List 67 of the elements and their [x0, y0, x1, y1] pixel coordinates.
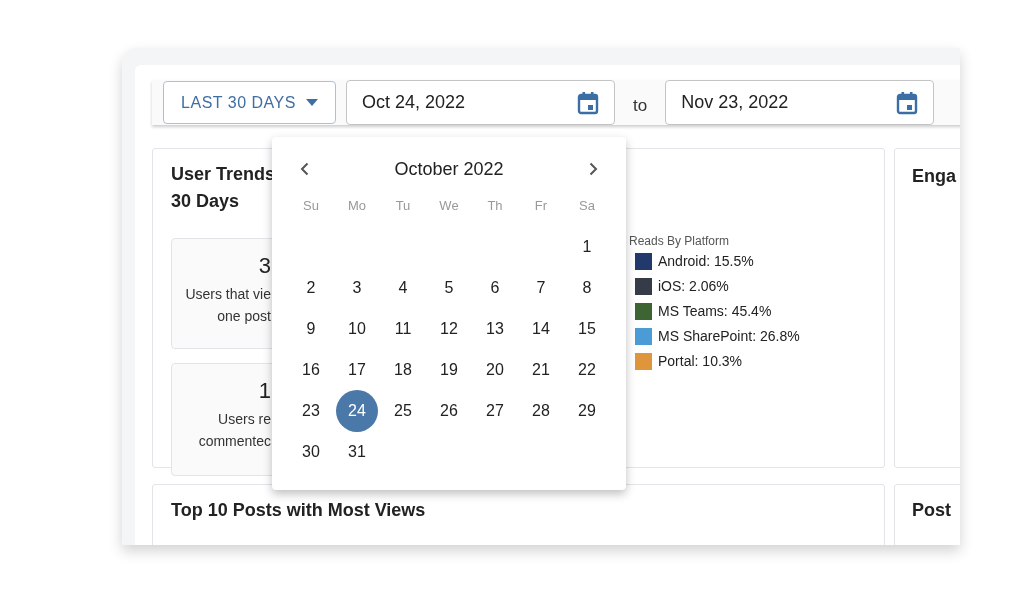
calendar-day[interactable]: 23 — [290, 390, 332, 432]
weekday-label: Su — [302, 197, 320, 216]
calendar-day[interactable]: 30 — [290, 431, 332, 473]
calendar-day[interactable]: 4 — [382, 267, 424, 309]
weekday-label: Mo — [346, 197, 368, 216]
calendar-day[interactable]: 14 — [520, 308, 562, 350]
weekday-label: Sa — [578, 197, 596, 216]
calendar-day[interactable]: 25 — [382, 390, 424, 432]
date-separator: to — [633, 94, 648, 117]
calendar-day[interactable]: 7 — [520, 267, 562, 309]
card-title: Top 10 Posts with Most Views — [171, 500, 426, 520]
card-title: User Trends — [171, 163, 276, 186]
stat-caption: Users re — [218, 410, 271, 429]
calendar-day[interactable]: 5 — [428, 267, 470, 309]
end-date-field[interactable]: Nov 23, 2022 — [665, 80, 935, 125]
calendar-day[interactable]: 10 — [336, 308, 378, 350]
stat-value: 1 — [258, 377, 271, 405]
calendar-day[interactable]: 18 — [382, 349, 424, 391]
calendar-day[interactable]: 9 — [290, 308, 332, 350]
start-date-value: Oct 24, 2022 — [362, 91, 466, 114]
legend-label: MS Teams: 45.4% — [658, 303, 772, 320]
date-range-dropdown[interactable]: LAST 30 DAYS — [163, 81, 336, 124]
calendar-day[interactable]: 27 — [474, 390, 516, 432]
calendar-icon[interactable] — [896, 90, 919, 115]
legend-label: iOS: 2.06% — [658, 278, 729, 295]
calendar-day[interactable]: 11 — [382, 308, 424, 350]
calendar-day[interactable]: 16 — [290, 349, 332, 391]
legend-label: Android: 15.5% — [658, 253, 754, 270]
calendar-icon[interactable] — [577, 90, 599, 115]
calendar-day[interactable]: 17 — [336, 349, 378, 391]
calendar-day[interactable]: 2 — [290, 267, 332, 309]
stat-caption: Users that vie — [185, 285, 271, 304]
weekday-label: Th — [486, 197, 504, 216]
calendar-day[interactable]: 1 — [566, 226, 608, 268]
card-title: 30 Days — [171, 190, 240, 213]
month-title: October 2022 — [394, 157, 504, 181]
legend-title: Reads By Platform — [629, 234, 731, 248]
calendar-day[interactable]: 29 — [566, 390, 608, 432]
calendar-day[interactable]: 22 — [566, 349, 608, 391]
card-title: Post — [912, 500, 951, 520]
calendar-day[interactable]: 13 — [474, 308, 516, 350]
calendar-day[interactable]: 31 — [336, 431, 378, 473]
calendar-day[interactable]: 20 — [474, 349, 516, 391]
stat-value: 3 — [258, 252, 271, 280]
end-date-value: Nov 23, 2022 — [681, 91, 789, 114]
weekday-label: We — [438, 197, 460, 216]
chevron-left-icon — [299, 162, 309, 176]
caret-icon — [305, 99, 318, 106]
calendar-day[interactable]: 12 — [428, 308, 470, 350]
calendar-day[interactable]: 28 — [520, 390, 562, 432]
calendar-day[interactable]: 6 — [474, 267, 516, 309]
calendar-day[interactable]: 15 — [566, 308, 608, 350]
calendar-day[interactable]: 8 — [566, 267, 608, 309]
calendar-day[interactable]: 26 — [428, 390, 470, 432]
calendar-day[interactable]: 21 — [520, 349, 562, 391]
legend-label: MS SharePoint: 26.8% — [658, 328, 800, 345]
start-date-field[interactable]: Oct 24, 2022 — [346, 80, 615, 125]
weekday-label: Fr — [533, 197, 549, 216]
calendar-day[interactable]: 19 — [428, 349, 470, 391]
card-title: Enga — [912, 166, 956, 186]
stat-caption: one post — [217, 307, 271, 326]
legend-label: Portal: 10.3% — [658, 353, 743, 370]
calendar-day[interactable]: 3 — [336, 267, 378, 309]
chevron-right-icon — [589, 162, 599, 176]
calendar-day[interactable]: 24 — [336, 390, 378, 432]
stat-caption: commentec — [198, 432, 271, 451]
weekday-label: Tu — [394, 197, 412, 216]
